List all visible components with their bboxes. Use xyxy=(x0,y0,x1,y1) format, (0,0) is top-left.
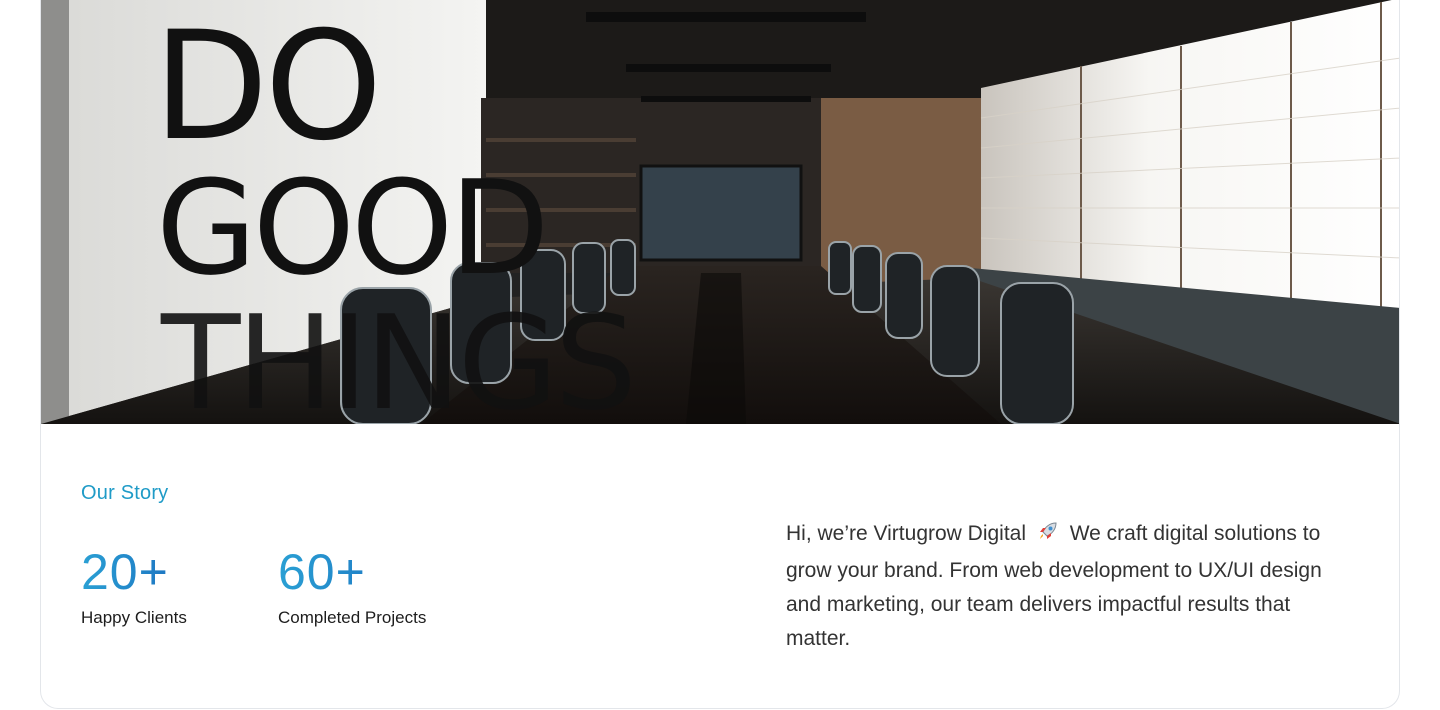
stat-value: 60+ xyxy=(278,544,426,600)
story-card: DO GOOD THINGS Our Story 20+ Happy Clien… xyxy=(40,0,1400,709)
section-label: Our Story xyxy=(81,482,169,504)
intro-text-start: Hi, we’re Virtugrow Digital xyxy=(786,522,1027,545)
stat-label: Completed Projects xyxy=(278,608,427,627)
svg-text:GOOD: GOOD xyxy=(156,152,546,304)
hero-photo: DO GOOD THINGS xyxy=(41,0,1399,424)
intro-paragraph: Hi, we’re Virtugrow Digital We craft dig… xyxy=(786,517,1346,656)
stat-completed-projects: 60+ Completed Projects xyxy=(278,544,426,628)
stat-value: 20+ xyxy=(81,544,187,600)
rocket-icon xyxy=(1036,519,1060,554)
stat-happy-clients: 20+ Happy Clients xyxy=(81,544,187,628)
svg-text:THINGS: THINGS xyxy=(160,287,633,424)
svg-text:DO: DO xyxy=(153,0,379,174)
stat-label: Happy Clients xyxy=(81,608,187,627)
